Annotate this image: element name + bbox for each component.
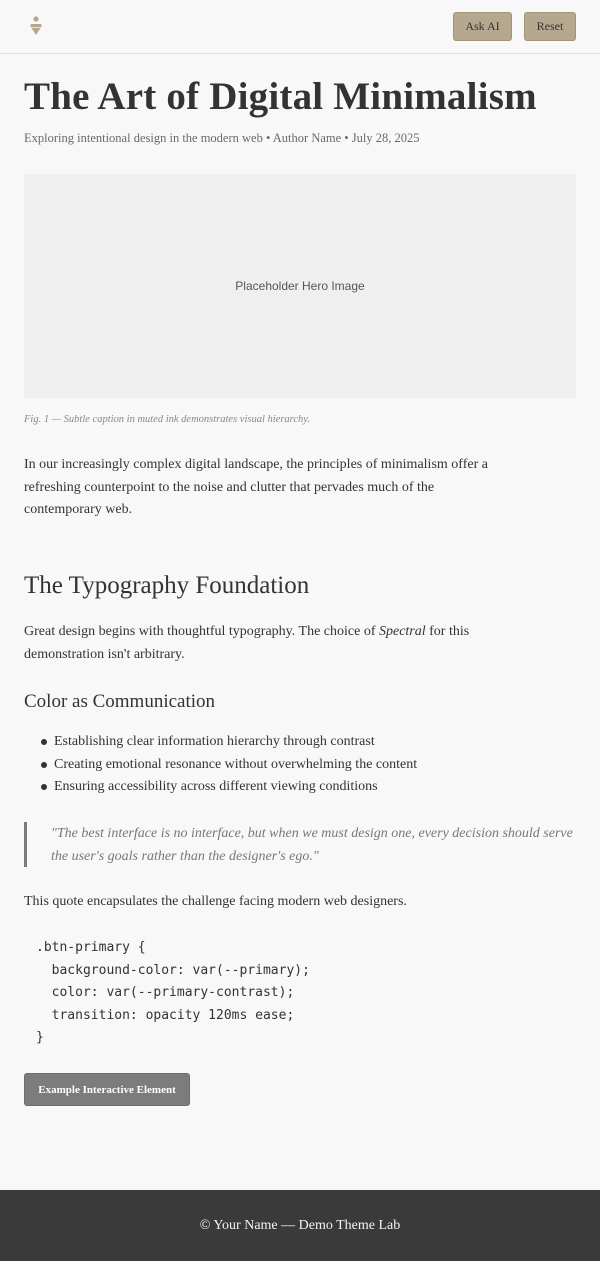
bullet-list: Establishing clear information hierarchy… (24, 731, 417, 799)
code-block: .btn-primary { background-color: var(--p… (36, 940, 310, 1045)
list-item: Establishing clear information hierarchy… (24, 731, 417, 754)
quote-text: "The best interface is no interface, but… (51, 826, 573, 864)
figure-caption: Fig. 1 — Subtle caption in muted ink dem… (24, 414, 310, 425)
intro-paragraph: In our increasingly complex digital land… (24, 457, 488, 517)
typography-paragraph: Great design begins with thoughtful typo… (24, 620, 494, 666)
top-bar: Ask AI Reset (0, 0, 600, 54)
example-interactive-button[interactable]: Example Interactive Element (24, 1073, 190, 1106)
section-heading-typography: The Typography Foundation (24, 572, 310, 599)
footer: © Your Name — Demo Theme Lab (0, 1190, 600, 1261)
ask-ai-button[interactable]: Ask AI (453, 12, 512, 41)
reset-button[interactable]: Reset (524, 12, 576, 41)
person-glyph-icon[interactable] (28, 15, 44, 37)
list-item: Ensuring accessibility across different … (24, 776, 417, 799)
typography-text-start: Great design begins with thoughtful typo… (24, 624, 379, 639)
article-meta: Exploring intentional design in the mode… (24, 131, 420, 145)
font-name-emphasis: Spectral (378, 624, 426, 639)
footer-text: © Your Name — Demo Theme Lab (199, 1217, 401, 1233)
list-item: Creating emotional resonance without ove… (24, 754, 417, 777)
section-heading-color: Color as Communication (24, 691, 216, 712)
after-quote-paragraph: This quote encapsulates the challenge fa… (24, 894, 407, 909)
hero-placeholder-label: Placeholder Hero Image (235, 279, 365, 293)
hero-image-placeholder: Placeholder Hero Image (24, 174, 576, 398)
blockquote: "The best interface is no interface, but… (24, 822, 576, 867)
page-title: The Art of Digital Minimalism (24, 75, 537, 118)
